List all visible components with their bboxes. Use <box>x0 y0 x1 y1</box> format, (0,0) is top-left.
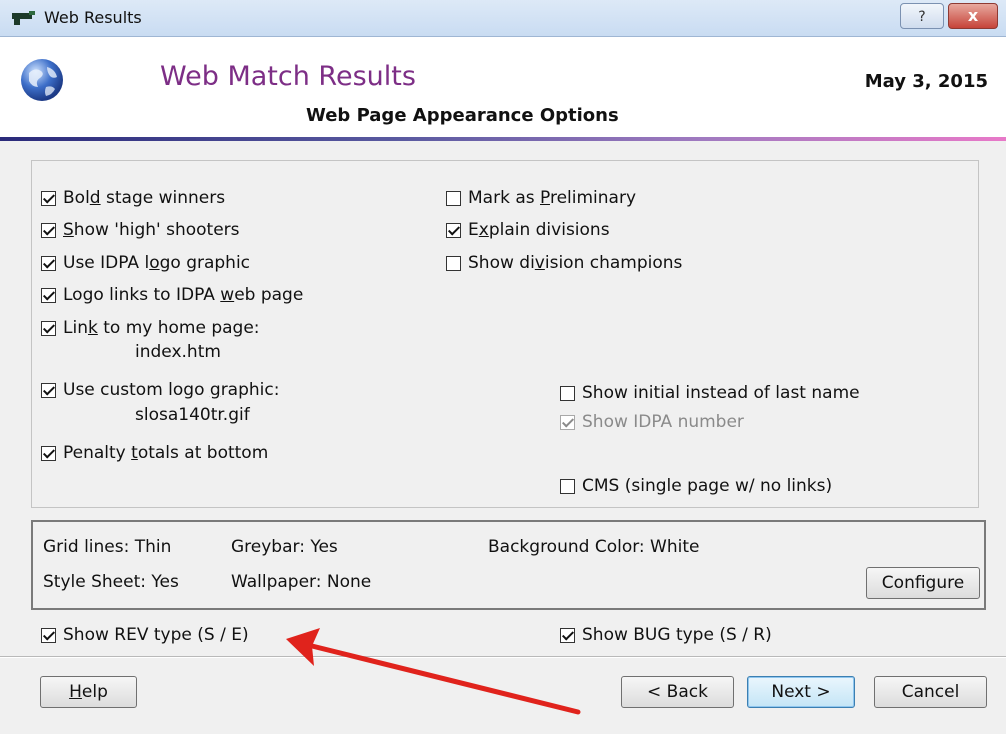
use-idpa-logo-checkbox[interactable]: Use IDPA logo graphic <box>41 253 250 273</box>
checkbox-label: Use custom logo graphic: <box>63 380 280 400</box>
style-sheet-text: Style Sheet: Yes <box>43 572 179 592</box>
wallpaper-text: Wallpaper: None <box>231 572 372 592</box>
checkbox-box[interactable] <box>560 478 575 494</box>
checkbox-box[interactable] <box>446 255 461 271</box>
background-color-text: Background Color: White <box>488 537 700 557</box>
app-icon <box>12 10 36 31</box>
bold-stage-winners-checkbox[interactable]: Bold stage winners <box>41 188 225 208</box>
checkbox-label: Link to my home page: <box>63 318 260 338</box>
show-idpa-number-checkbox: Show IDPA number <box>560 412 744 432</box>
help-button[interactable]: Help <box>40 676 137 708</box>
cancel-button[interactable]: Cancel <box>874 676 987 708</box>
checkbox-box[interactable] <box>41 382 56 398</box>
configure-button[interactable]: Configure <box>866 567 980 599</box>
cms-checkbox[interactable]: CMS (single page w/ no links) <box>560 476 832 496</box>
grid-lines-text: Grid lines: Thin <box>43 537 172 557</box>
show-bug-type-checkbox[interactable]: Show BUG type (S / R) <box>560 625 772 645</box>
explain-divisions-checkbox[interactable]: Explain divisions <box>446 220 610 240</box>
checkbox-box[interactable] <box>41 627 56 643</box>
penalty-totals-checkbox[interactable]: Penalty totals at bottom <box>41 443 268 463</box>
window-title: Web Results <box>44 8 142 27</box>
page-subtitle: Web Page Appearance Options <box>306 105 619 126</box>
mark-preliminary-checkbox[interactable]: Mark as Preliminary <box>446 188 636 208</box>
link-home-page-checkbox[interactable]: Link to my home page: <box>41 318 260 338</box>
checkbox-box[interactable] <box>41 445 56 461</box>
checkbox-label: Explain divisions <box>468 220 610 240</box>
custom-logo-checkbox[interactable]: Use custom logo graphic: <box>41 380 279 400</box>
header: Web Match Results Web Page Appearance Op… <box>0 37 1006 141</box>
home-page-value: index.htm <box>135 342 221 362</box>
help-caption-button[interactable]: ? <box>900 3 944 29</box>
footer-divider-highlight <box>0 657 1006 658</box>
division-champions-checkbox[interactable]: Show division champions <box>446 253 682 273</box>
question-icon: ? <box>918 9 926 25</box>
checkbox-box[interactable] <box>41 222 56 238</box>
checkbox-box[interactable] <box>560 627 575 643</box>
greybar-text: Greybar: Yes <box>231 537 338 557</box>
globe-icon <box>19 57 65 108</box>
checkbox-label: Mark as Preliminary <box>468 188 637 208</box>
checkbox-label: Show IDPA number <box>582 412 744 432</box>
checkbox-box[interactable] <box>41 190 56 206</box>
checkbox-label: Use IDPA logo graphic <box>63 253 251 273</box>
close-icon: x <box>967 6 979 25</box>
logo-links-checkbox[interactable]: Logo links to IDPA web page <box>41 285 303 305</box>
show-high-shooters-checkbox[interactable]: Show 'high' shooters <box>41 220 240 240</box>
checkbox-box[interactable] <box>560 385 575 401</box>
checkbox-box[interactable] <box>446 222 461 238</box>
close-button[interactable]: x <box>948 3 998 29</box>
checkbox-label: Show initial instead of last name <box>582 383 860 403</box>
show-rev-type-checkbox[interactable]: Show REV type (S / E) <box>41 625 249 645</box>
checkbox-label: Bold stage winners <box>63 188 226 208</box>
checkbox-label: Show 'high' shooters <box>63 220 240 240</box>
match-date: May 3, 2015 <box>864 71 988 92</box>
checkbox-box <box>560 414 575 430</box>
checkbox-label: Show REV type (S / E) <box>63 625 249 645</box>
checkbox-box[interactable] <box>41 255 56 271</box>
checkbox-label: Logo links to IDPA web page <box>63 285 304 305</box>
checkbox-label: Penalty totals at bottom <box>63 443 269 463</box>
checkbox-label: Show BUG type (S / R) <box>582 625 772 645</box>
checkbox-label: CMS (single page w/ no links) <box>582 476 833 496</box>
title-bar: Web Results ? x <box>0 0 1006 37</box>
next-button[interactable]: Next > <box>747 676 855 708</box>
back-button[interactable]: < Back <box>621 676 734 708</box>
checkbox-label: Show division champions <box>468 253 683 273</box>
header-divider <box>0 137 1006 141</box>
settings-summary-panel: Grid lines: Thin Greybar: Yes Background… <box>31 520 986 610</box>
app-title: Web Match Results <box>160 61 416 92</box>
checkbox-box[interactable] <box>446 190 461 206</box>
checkbox-box[interactable] <box>41 320 56 336</box>
show-initial-checkbox[interactable]: Show initial instead of last name <box>560 383 860 403</box>
web-results-window: Web Results ? x Web Match Results Web Pa… <box>0 0 1006 734</box>
checkbox-box[interactable] <box>41 287 56 303</box>
custom-logo-value: slosa140tr.gif <box>135 405 250 425</box>
